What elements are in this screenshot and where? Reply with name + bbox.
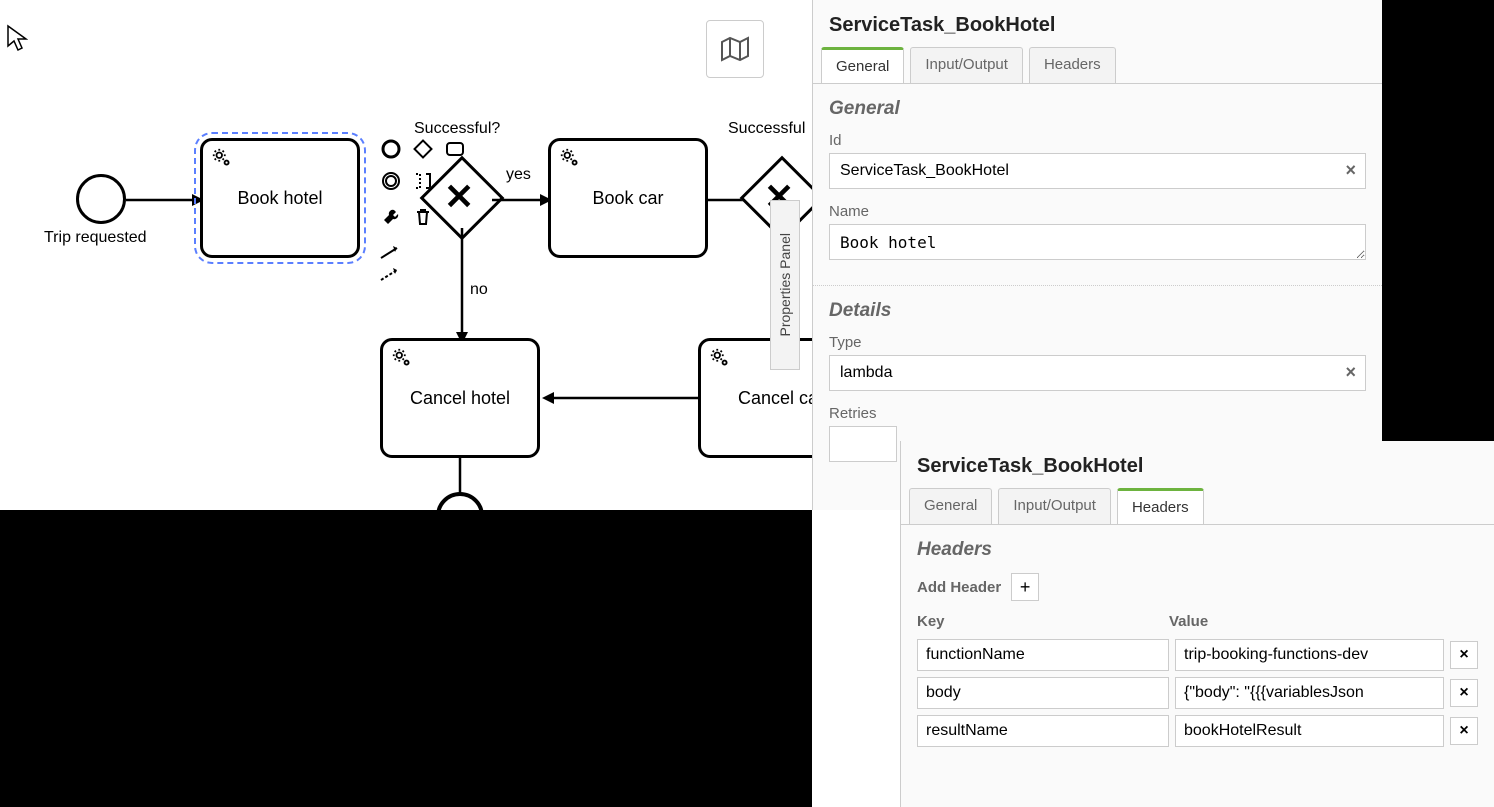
gear-icon xyxy=(709,347,731,374)
header-key[interactable]: resultName xyxy=(917,715,1169,747)
id-input[interactable] xyxy=(829,153,1366,189)
type-input[interactable] xyxy=(829,355,1366,391)
gear-icon xyxy=(559,147,581,174)
header-value[interactable]: {"body": "{{{variablesJson xyxy=(1175,677,1444,709)
flow-start-to-bookhotel xyxy=(126,188,206,212)
pad-end-event-icon[interactable] xyxy=(378,136,404,162)
properties-panel-general: ServiceTask_BookHotel General Input/Outp… xyxy=(812,0,1382,510)
tab-general[interactable]: General xyxy=(821,47,904,83)
id-label: Id xyxy=(813,126,1382,153)
section-headers: Headers xyxy=(901,525,1494,567)
start-event-label: Trip requested xyxy=(44,229,147,247)
header-row: resultName bookHotelResult × xyxy=(901,712,1494,750)
section-general: General xyxy=(813,84,1382,126)
flow-yes-label: yes xyxy=(506,166,531,184)
header-row: functionName trip-booking-functions-dev … xyxy=(901,636,1494,674)
panel-title: ServiceTask_BookHotel xyxy=(813,0,1382,47)
header-value[interactable]: bookHotelResult xyxy=(1175,715,1444,747)
name-input[interactable] xyxy=(829,224,1366,260)
redacted-area-2 xyxy=(1382,0,1494,441)
tab-headers[interactable]: Headers xyxy=(1029,47,1116,83)
add-header-button[interactable]: + xyxy=(1011,573,1039,601)
tab-input-output[interactable]: Input/Output xyxy=(998,488,1111,524)
clear-type-icon[interactable]: × xyxy=(1345,362,1356,383)
add-header-label: Add Header xyxy=(917,579,1001,596)
delete-row-button[interactable]: × xyxy=(1450,641,1478,669)
pad-gateway-icon[interactable] xyxy=(410,136,436,162)
flow-yes xyxy=(492,188,554,212)
minimap-toggle[interactable] xyxy=(706,20,764,78)
pad-connect-message-icon[interactable] xyxy=(378,262,404,288)
bpmn-canvas[interactable]: Trip requested Book hotel Successful? ✕ … xyxy=(0,0,1494,807)
redacted-area-1 xyxy=(0,510,812,807)
gear-icon xyxy=(211,147,233,174)
header-key[interactable]: functionName xyxy=(917,639,1169,671)
tab-input-output[interactable]: Input/Output xyxy=(910,47,1023,83)
task-label: Cancel ca xyxy=(738,388,818,409)
task-label: Cancel hotel xyxy=(410,388,510,409)
task-book-hotel[interactable]: Book hotel xyxy=(200,138,360,258)
properties-panel-toggle[interactable]: Properties Panel xyxy=(770,200,800,370)
task-book-car[interactable]: Book car xyxy=(548,138,708,258)
tab-headers[interactable]: Headers xyxy=(1117,488,1204,524)
header-row: body {"body": "{{{variablesJson × xyxy=(901,674,1494,712)
properties-panel-headers: ServiceTask_BookHotel General Input/Outp… xyxy=(900,441,1494,807)
name-label: Name xyxy=(813,197,1382,224)
col-key: Key xyxy=(917,613,1169,630)
flow-cancelcar-to-cancelhotel xyxy=(540,386,702,410)
map-icon xyxy=(720,36,750,62)
delete-row-button[interactable]: × xyxy=(1450,679,1478,707)
delete-row-button[interactable]: × xyxy=(1450,717,1478,745)
pad-intermediate-event-icon[interactable] xyxy=(378,168,404,194)
panel-title: ServiceTask_BookHotel xyxy=(901,441,1494,488)
retries-label: Retries xyxy=(813,399,1382,426)
clear-id-icon[interactable]: × xyxy=(1345,160,1356,181)
gear-icon xyxy=(391,347,413,374)
gateway2-label: Successful xyxy=(728,120,805,138)
pad-wrench-icon[interactable] xyxy=(378,204,404,230)
flow-no xyxy=(450,228,474,346)
task-cancel-hotel[interactable]: Cancel hotel xyxy=(380,338,540,458)
header-key[interactable]: body xyxy=(917,677,1169,709)
retries-input[interactable] xyxy=(829,426,897,462)
start-event[interactable] xyxy=(76,174,126,224)
task-label: Book car xyxy=(592,188,663,209)
task-label: Book hotel xyxy=(237,188,322,209)
gateway-successful-1[interactable]: ✕ xyxy=(432,168,492,228)
properties-panel-label: Properties Panel xyxy=(777,233,793,337)
col-value: Value xyxy=(1169,613,1478,630)
header-value[interactable]: trip-booking-functions-dev xyxy=(1175,639,1444,671)
type-label: Type xyxy=(813,328,1382,355)
section-details: Details xyxy=(813,286,1382,328)
gateway1-label: Successful? xyxy=(414,120,500,138)
cursor-icon xyxy=(6,24,28,57)
tab-general[interactable]: General xyxy=(909,488,992,524)
